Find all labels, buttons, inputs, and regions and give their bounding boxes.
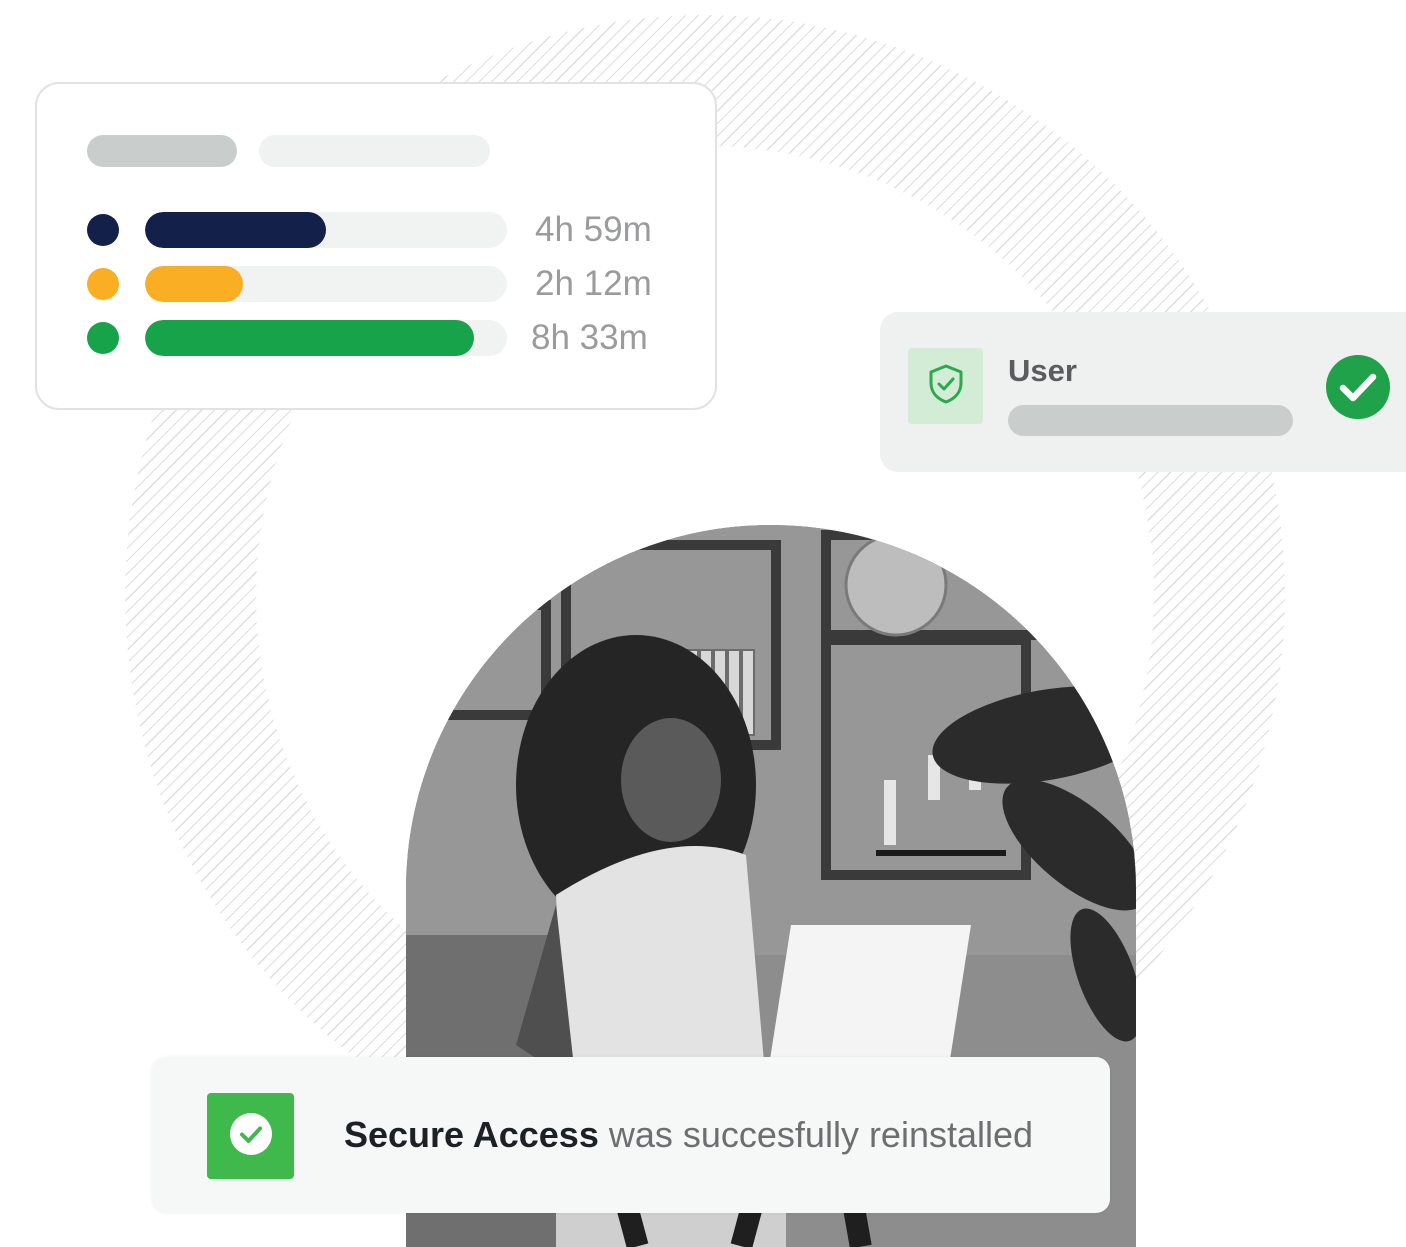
duration-label: 4h 59m: [535, 210, 652, 249]
placeholder-title-pill: [87, 135, 237, 167]
progress-fill: [145, 266, 243, 302]
notification-message: was succesfully reinstalled: [598, 1114, 1034, 1155]
notification-app-name: Secure Access: [344, 1114, 599, 1155]
duration-label: 2h 12m: [535, 264, 652, 303]
time-tracking-card: 4h 59m 2h 12m 8h 33m: [35, 82, 717, 410]
check-circle-icon: [229, 1112, 272, 1160]
notification-text: Secure Access was succesfully reinstalle…: [344, 1113, 1033, 1157]
time-row: 2h 12m: [87, 264, 687, 303]
reinstall-notification: Secure Access was succesfully reinstalle…: [152, 1057, 1110, 1213]
progress-track: [145, 266, 507, 302]
series-dot: [87, 322, 119, 354]
series-dot: [87, 214, 119, 246]
placeholder-user-bar: [1008, 405, 1293, 436]
notification-icon-box: [207, 1093, 294, 1179]
user-verification-card: User: [880, 312, 1406, 472]
time-row: 4h 59m: [87, 210, 687, 249]
placeholder-subtitle-pill: [259, 135, 490, 167]
progress-track: [145, 320, 507, 356]
time-row: 8h 33m: [87, 318, 687, 357]
progress-fill: [145, 212, 326, 248]
shield-icon-box: [908, 348, 983, 424]
progress-fill: [145, 320, 475, 356]
shield-check-icon: [928, 364, 964, 409]
series-dot: [87, 268, 119, 300]
user-label: User: [1008, 353, 1077, 388]
progress-track: [145, 212, 507, 248]
duration-label: 8h 33m: [531, 318, 648, 357]
check-circle-icon: [1326, 355, 1390, 419]
